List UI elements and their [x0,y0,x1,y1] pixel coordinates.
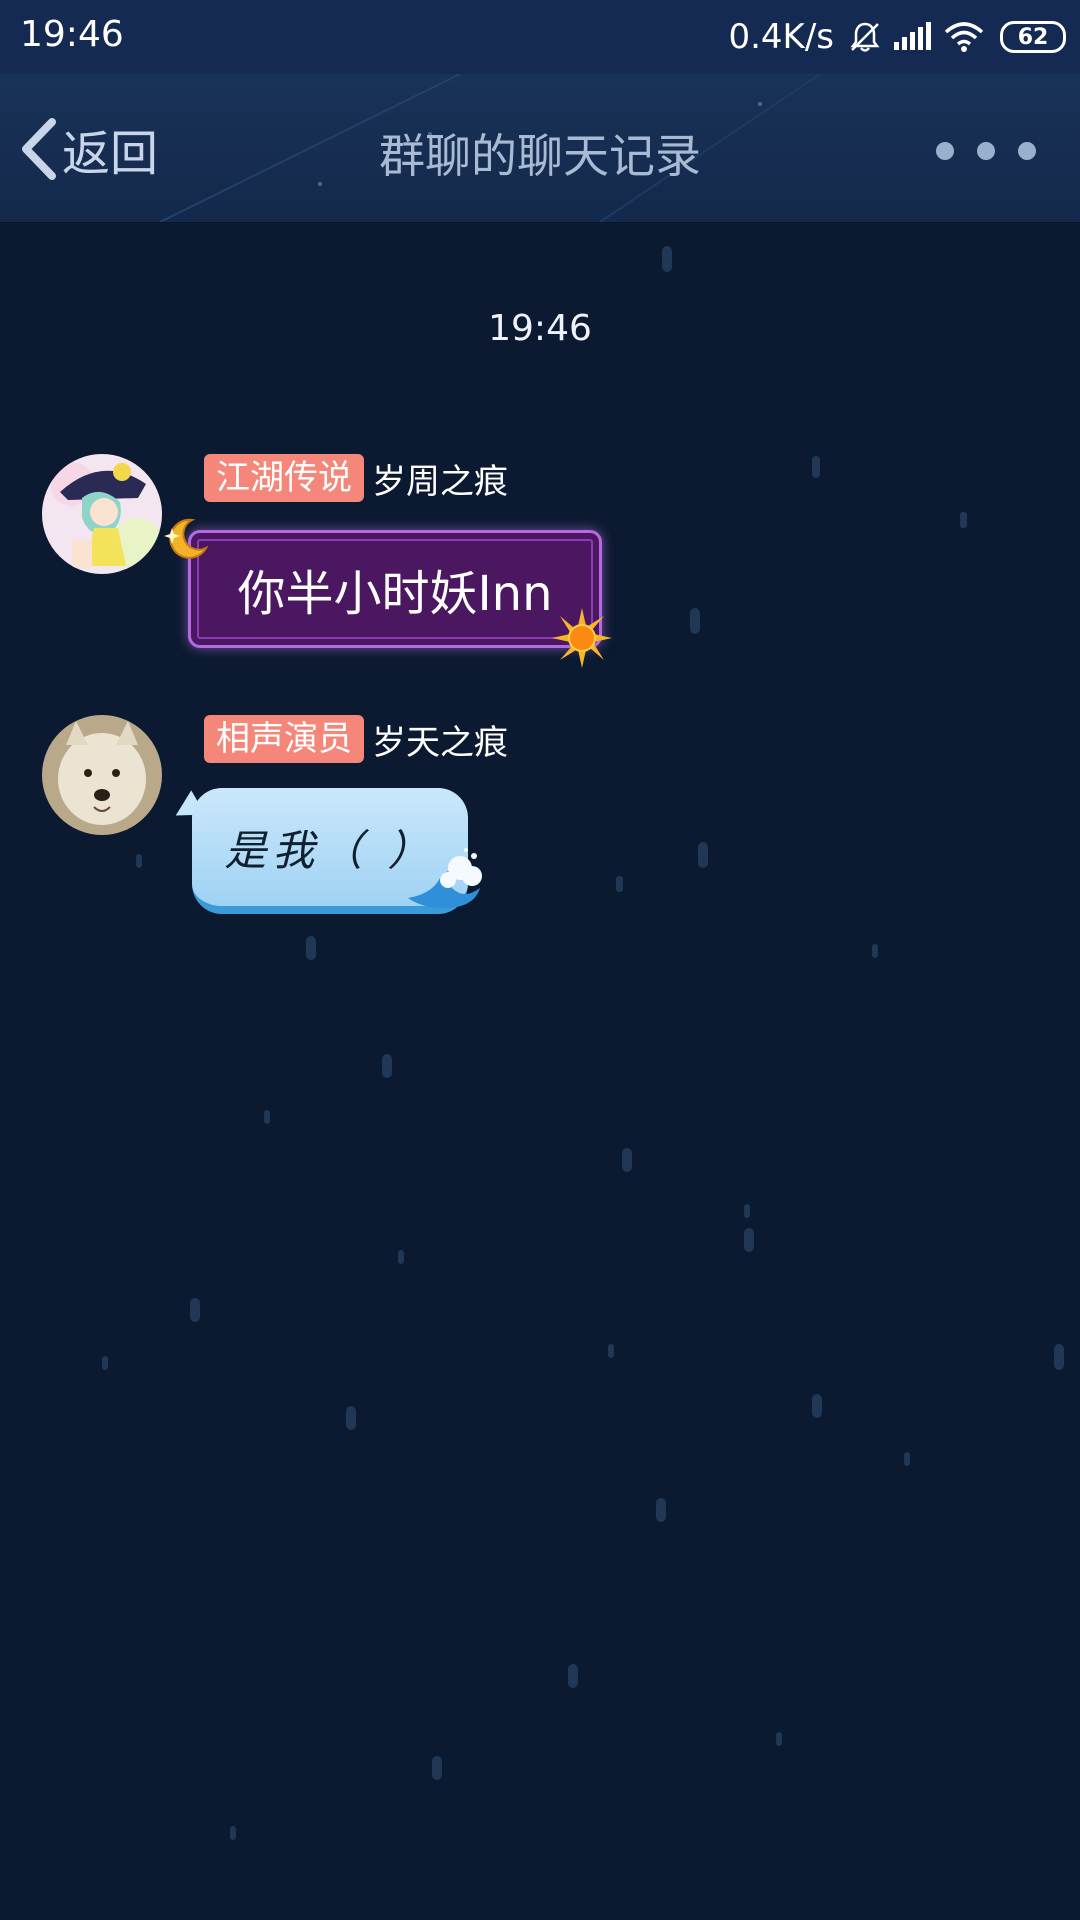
status-indicators: 0.4K/s 62 [728,10,1066,64]
sender-name: 岁周之痕 [372,461,508,502]
status-bar: 19:46 0.4K/s 62 [0,0,1080,74]
sender-badge: 江湖传说 [204,454,364,502]
sender-badge: 相声演员 [204,715,364,763]
bell-muted-icon [850,22,880,52]
background-sparkles [102,246,1064,1840]
signal-icon [894,22,931,50]
more-icon[interactable] [936,134,1036,168]
sender-row: 相声演员 岁天之痕 [204,715,508,763]
message-text: 你半小时妖Inn [237,566,553,622]
sender-row: 江湖传说 岁周之痕 [204,454,508,502]
chat-header: 返回 群聊的聊天记录 [0,74,1080,223]
sender-name: 岁天之痕 [372,722,508,763]
chat-timestamp: 19:46 [488,308,592,349]
page-title: 群聊的聊天记录 [379,129,701,183]
avatar-dog[interactable] [42,715,162,835]
message-bubble[interactable]: 你半小时妖Inn [188,530,602,648]
sun-icon [552,608,612,668]
moon-icon [164,518,209,559]
wifi-icon [944,22,984,52]
battery-icon: 62 [1000,21,1066,53]
wave-icon [408,848,482,908]
network-speed: 0.4K/s [728,17,834,57]
status-time: 19:46 [20,14,124,55]
avatar-anime-girl[interactable] [42,454,162,574]
